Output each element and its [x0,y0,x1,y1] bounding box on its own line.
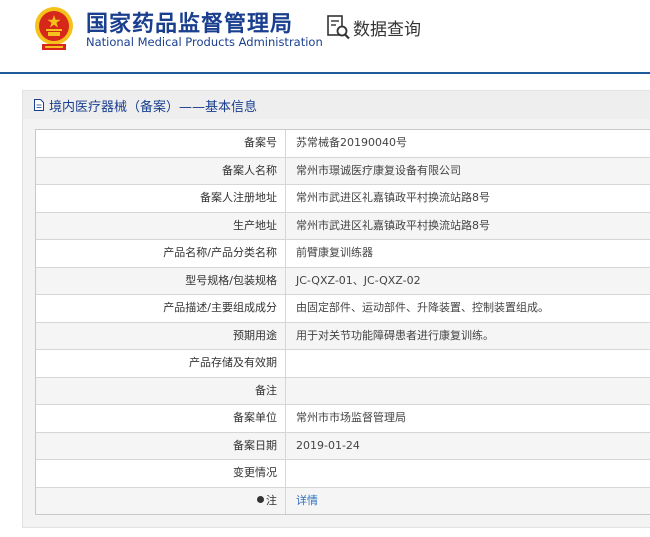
row-value: 苏常械备20190040号 [296,136,407,149]
row-value: 用于对关节功能障碍患者进行康复训练。 [296,328,494,342]
data-query-label: 数据查询 [353,19,421,40]
row-label: 预期用途 [36,322,286,349]
table-row: 产品存储及有效期 [36,350,650,378]
row-value: 常州市武进区礼嘉镇政平村换流站路8号 [296,218,490,232]
row-label: 备案号 [36,130,286,157]
row-label: 型号规格/包装规格 [36,267,286,294]
row-value: 由固定部件、运动部件、升降装置、控制装置组成。 [296,301,549,314]
row-value: 前臂康复训练器 [296,246,373,259]
table-row: 生产地址 常州市武进区礼嘉镇政平村换流站路8号 [36,212,650,240]
row-value: 常州市璟诚医疗康复设备有限公司 [296,163,461,177]
table-row: 备案人注册地址 常州市武进区礼嘉镇政平村换流站路8号 [36,185,650,213]
row-label: 备案人名称 [36,157,286,184]
table-row: 备注 [36,377,650,405]
table-row: 注 详情 [36,487,650,515]
note-label: 注 [266,493,277,507]
panel-title: 境内医疗器械（备案）——基本信息 [49,100,258,115]
row-value: 常州市市场监督管理局 [296,411,406,424]
table-row: 产品名称/产品分类名称 前臂康复训练器 [36,240,650,268]
row-label: 备案日期 [36,432,286,459]
table-row: 备案号 苏常械备20190040号 [36,130,650,158]
site-subtitle: National Medical Products Administration [86,35,323,49]
detail-panel: 境内医疗器械（备案）——基本信息 备案号 苏常械备20190040号 备案人名称… [22,90,650,528]
national-emblem-icon [35,7,73,50]
row-value [286,350,650,377]
row-label: 生产地址 [36,212,286,239]
details-link[interactable]: 详情 [286,488,650,515]
row-value [286,460,650,487]
header-divider [0,72,650,74]
row-label-note: 注 [36,487,286,514]
data-query-link[interactable]: 数据查询 [325,14,421,40]
bullet-icon [257,496,264,503]
table-row: 预期用途 用于对关节功能障碍患者进行康复训练。 [36,322,650,350]
table-row: 备案单位 常州市市场监督管理局 [36,405,650,433]
row-label: 产品描述/主要组成成分 [36,295,286,322]
site-header: 国家药品监督管理局 National Medical Products Admi… [0,0,650,74]
row-value [286,378,650,405]
info-table: 备案号 苏常械备20190040号 备案人名称 常州市璟诚医疗康复设备有限公司 … [35,129,650,515]
row-value: JC-QXZ-01、JC-QXZ-02 [296,273,421,287]
table-row: 产品描述/主要组成成分 由固定部件、运动部件、升降装置、控制装置组成。 [36,295,650,323]
row-label: 产品存储及有效期 [36,350,286,377]
panel-title-bar: 境内医疗器械（备案）——基本信息 [23,91,650,119]
table-row: 型号规格/包装规格 JC-QXZ-01、JC-QXZ-02 [36,267,650,295]
document-icon [34,99,44,111]
row-label: 产品名称/产品分类名称 [36,240,286,267]
row-value: 常州市武进区礼嘉镇政平村换流站路8号 [296,191,490,204]
table-row: 备案人名称 常州市璟诚医疗康复设备有限公司 [36,157,650,185]
document-search-icon [327,15,350,40]
table-row: 备案日期 2019-01-24 [36,432,650,460]
row-label: 变更情况 [36,460,286,487]
row-label: 备案人注册地址 [36,185,286,212]
row-value: 2019-01-24 [296,438,360,452]
site-title[interactable]: 国家药品监督管理局 [86,6,293,38]
table-row: 变更情况 [36,460,650,488]
row-label: 备注 [36,377,286,404]
row-label: 备案单位 [36,405,286,432]
